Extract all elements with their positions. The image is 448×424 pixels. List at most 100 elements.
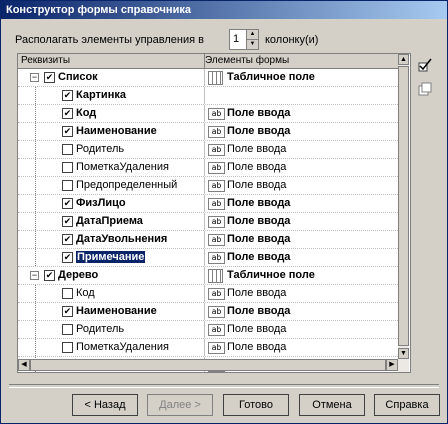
element-cell[interactable]: abПоле ввода <box>205 249 398 266</box>
ab-field-icon: ab <box>208 126 225 138</box>
next-button[interactable]: Далее > <box>147 394 213 416</box>
tree-row[interactable]: ✔ Код ab Поле ввода <box>18 105 398 123</box>
tree-row[interactable]: ✔ Наименование ab Поле ввода <box>18 303 398 321</box>
row-checkbox[interactable] <box>62 162 73 173</box>
tree-row[interactable]: ПометкаУдаления ab Поле ввода <box>18 339 398 357</box>
requisite-cell: ✔ Код <box>18 105 205 122</box>
back-button[interactable]: < Назад <box>72 394 138 416</box>
vertical-scroll-thumb[interactable] <box>398 66 409 346</box>
requisite-label: Картинка <box>76 89 126 101</box>
element-type-label: Поле ввода <box>227 215 291 227</box>
row-checkbox[interactable] <box>62 144 73 155</box>
element-type-label: Поле ввода <box>227 323 287 335</box>
element-cell[interactable]: abПоле ввода <box>205 231 398 248</box>
element-cell[interactable]: abПоле ввода <box>205 123 398 140</box>
requisites-tree[interactable]: Реквизиты Элементы формы − ✔ Список Табличн… <box>17 53 411 373</box>
row-checkbox[interactable]: ✔ <box>62 108 73 119</box>
row-checkbox[interactable]: ✔ <box>44 270 55 281</box>
tree-row[interactable]: Родитель ab Поле ввода <box>18 141 398 159</box>
tree-row[interactable]: Код ab Поле ввода <box>18 285 398 303</box>
requisite-cell: ✔ Наименование <box>18 303 205 320</box>
row-checkbox[interactable]: ✔ <box>62 252 73 263</box>
requisite-label: ПометкаУдаления <box>76 341 169 353</box>
element-cell[interactable]: abПоле ввода <box>205 321 398 338</box>
vertical-scrollbar[interactable]: ▲ ▼ <box>398 54 409 372</box>
requisite-label: Родитель <box>76 323 125 335</box>
collapse-icon[interactable]: − <box>30 271 39 280</box>
requisite-label: Дерево <box>58 269 99 281</box>
tree-row[interactable]: ✔ ДатаПриема ab Поле ввода <box>18 213 398 231</box>
uncheck-all-icon[interactable] <box>417 81 433 97</box>
row-checkbox[interactable]: ✔ <box>44 72 55 83</box>
element-type-label: Поле ввода <box>227 107 291 119</box>
element-type-label: Табличное поле <box>227 71 315 83</box>
requisite-cell: − ✔ Список <box>18 69 205 86</box>
scroll-right-icon[interactable]: ▶ <box>386 359 398 371</box>
scroll-down-icon[interactable]: ▼ <box>398 348 409 359</box>
element-cell[interactable]: abПоле ввода <box>205 105 398 122</box>
row-checkbox[interactable]: ✔ <box>62 198 73 209</box>
ab-field-icon: ab <box>208 180 225 192</box>
element-cell[interactable]: abПоле ввода <box>205 213 398 230</box>
requisite-label: ПометкаУдаления <box>76 161 169 173</box>
row-checkbox[interactable] <box>62 324 73 335</box>
element-type-label: Поле ввода <box>227 197 291 209</box>
element-cell[interactable]: abПоле ввода <box>205 177 398 194</box>
element-type-label: Поле ввода <box>227 233 291 245</box>
column-header-requisites[interactable]: Реквизиты <box>18 54 205 68</box>
tree-row[interactable]: ✔ Примечание ab Поле ввода <box>18 249 398 267</box>
row-checkbox[interactable]: ✔ <box>62 234 73 245</box>
column-header-elements[interactable]: Элементы формы <box>205 54 289 68</box>
tree-row[interactable]: Предопределенный abПоле ввода <box>18 177 398 195</box>
requisite-label: Примечание <box>76 251 146 263</box>
columns-value[interactable]: 1 <box>233 33 239 45</box>
requisite-cell: Код <box>18 285 205 302</box>
done-button[interactable]: Готово <box>223 394 289 416</box>
element-cell[interactable]: abПоле ввода <box>205 285 398 302</box>
row-checkbox[interactable]: ✔ <box>62 90 73 101</box>
row-checkbox[interactable]: ✔ <box>62 306 73 317</box>
tree-row[interactable]: ✔ Наименование ab Поле ввода <box>18 123 398 141</box>
horizontal-scrollbar[interactable]: ◀ ▶ <box>18 359 398 371</box>
tree-row[interactable]: ✔ ДатаУвольнения ab Поле ввода <box>18 231 398 249</box>
tree-group-row[interactable]: − ✔ Дерево Табличное поле <box>18 267 398 285</box>
element-cell[interactable]: Табличное поле <box>205 267 398 284</box>
tree-row[interactable]: ПометкаУдаления ab Поле ввода <box>18 159 398 177</box>
requisite-cell: Родитель <box>18 141 205 158</box>
scroll-up-icon[interactable]: ▲ <box>398 54 409 65</box>
collapse-icon[interactable]: − <box>30 73 39 82</box>
requisite-cell: ✔ Примечание <box>18 249 205 266</box>
tree-row[interactable]: Родитель ab Поле ввода <box>18 321 398 339</box>
row-checkbox[interactable]: ✔ <box>62 126 73 137</box>
tree-guide-line <box>35 87 36 104</box>
help-button[interactable]: Справка <box>374 394 440 416</box>
tree-guide-line <box>35 177 36 194</box>
tree-guide-line <box>35 249 36 266</box>
spin-down-icon[interactable]: ▼ <box>247 39 258 49</box>
requisite-cell: ✔ ДатаПриема <box>18 213 205 230</box>
row-checkbox[interactable] <box>62 342 73 353</box>
title-bar[interactable]: Конструктор формы справочника <box>1 1 447 19</box>
spin-up-icon[interactable]: ▲ <box>247 30 258 39</box>
row-checkbox[interactable] <box>62 288 73 299</box>
horizontal-scroll-thumb[interactable] <box>30 359 386 371</box>
tree-group-row[interactable]: − ✔ Список Табличное поле <box>18 69 398 87</box>
element-cell[interactable]: abПоле ввода <box>205 339 398 356</box>
row-checkbox[interactable]: ✔ <box>62 216 73 227</box>
check-all-icon[interactable] <box>417 57 433 73</box>
tree-row[interactable]: ✔ ФизЛицо ab Поле ввода <box>18 195 398 213</box>
tree-row[interactable]: ✔ Картинка <box>18 87 398 105</box>
element-cell[interactable]: abПоле ввода <box>205 303 398 320</box>
row-checkbox[interactable] <box>62 180 73 191</box>
element-cell[interactable] <box>205 87 398 104</box>
scroll-left-icon[interactable]: ◀ <box>18 359 30 371</box>
columns-spinner[interactable]: 1 ▲ ▼ <box>229 29 259 50</box>
element-cell[interactable]: Табличное поле <box>205 69 398 86</box>
element-cell[interactable]: abПоле ввода <box>205 159 398 176</box>
cancel-button[interactable]: Отмена <box>299 394 365 416</box>
element-type-label: Поле ввода <box>227 143 287 155</box>
element-cell[interactable]: abПоле ввода <box>205 141 398 158</box>
element-cell[interactable]: abПоле ввода <box>205 195 398 212</box>
separator <box>9 384 439 388</box>
element-type-label: Поле ввода <box>227 125 291 137</box>
